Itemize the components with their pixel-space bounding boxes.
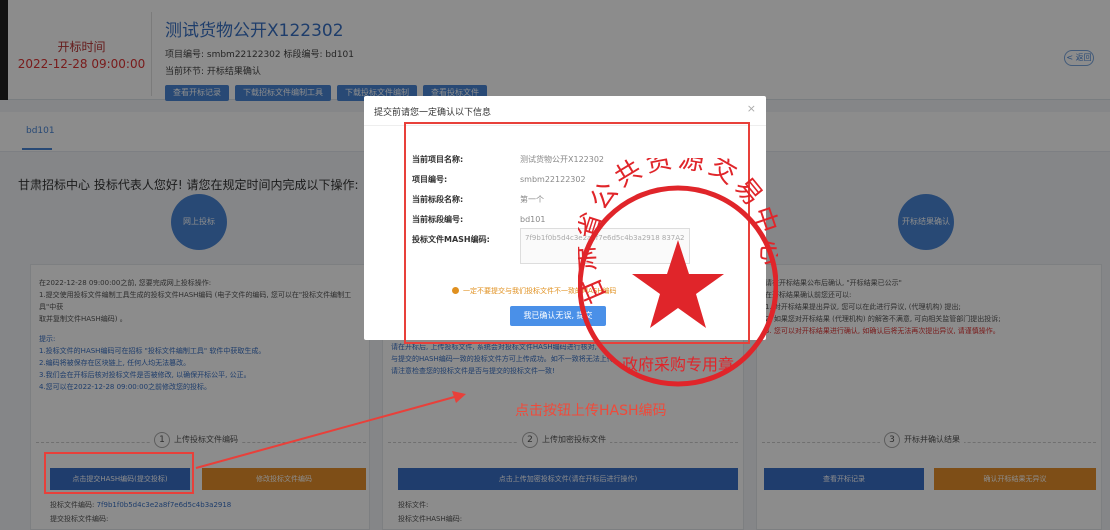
annotation-arrow: [195, 391, 466, 469]
seal-bottom-text: 政府采购专用章: [622, 355, 734, 374]
official-seal: 甘肃省公共资源交易中心 政府采购专用章: [578, 158, 778, 387]
seal-star-icon: [632, 240, 724, 328]
